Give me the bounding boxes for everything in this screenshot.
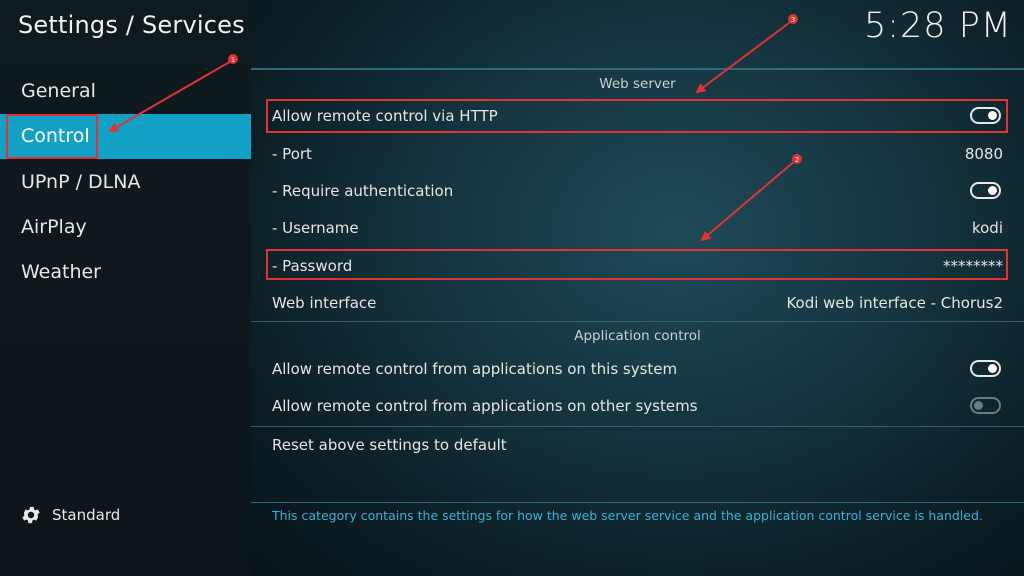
section-divider: [251, 321, 1024, 322]
page-title: Settings / Services: [18, 11, 245, 39]
section-divider: [251, 426, 1024, 427]
reset-settings-label: Reset above settings to default: [272, 435, 507, 454]
setting-label: Web interface: [272, 293, 377, 312]
setting-label: Allow remote control from applications o…: [272, 396, 698, 415]
setting-value: Kodi web interface - Chorus2: [786, 293, 1003, 312]
setting-value: 8080: [964, 144, 1003, 163]
setting-remote-control-this-system[interactable]: Allow remote control from applications o…: [267, 352, 1007, 385]
description-divider: [251, 502, 1024, 503]
setting-label: - Port: [272, 144, 312, 163]
toggle-remote-control-other-systems[interactable]: [970, 397, 1001, 414]
sidebar-item-airplay[interactable]: AirPlay: [0, 205, 251, 250]
clock: 5:28 PM: [863, 6, 1012, 46]
toggle-knob: [988, 364, 997, 373]
toggle-allow-http[interactable]: [970, 107, 1001, 124]
setting-password[interactable]: - Password ********: [267, 249, 1007, 282]
setting-label: - Username: [272, 218, 359, 237]
setting-web-interface[interactable]: Web interface Kodi web interface - Choru…: [267, 286, 1007, 319]
setting-value: ********: [943, 256, 1003, 275]
reset-settings-button[interactable]: Reset above settings to default: [267, 428, 1007, 461]
setting-value: kodi: [971, 218, 1003, 237]
setting-label: - Password: [272, 256, 353, 275]
setting-require-authentication[interactable]: - Require authentication: [267, 174, 1007, 207]
gear-icon: [22, 506, 40, 524]
toggle-knob: [988, 111, 997, 120]
toggle-remote-control-this-system[interactable]: [970, 360, 1001, 377]
toggle-knob: [988, 186, 997, 195]
settings-level-button[interactable]: Standard: [20, 503, 120, 527]
sidebar-item-upnp-dlna[interactable]: UPnP / DLNA: [0, 160, 251, 205]
setting-label: Allow remote control via HTTP: [272, 106, 498, 125]
toggle-require-authentication[interactable]: [970, 182, 1001, 199]
setting-remote-control-other-systems[interactable]: Allow remote control from applications o…: [267, 389, 1007, 422]
settings-level-label: Standard: [52, 506, 121, 524]
section-title-application-control: Application control: [574, 328, 701, 344]
setting-username[interactable]: - Username kodi: [267, 211, 1007, 244]
setting-allow-http[interactable]: Allow remote control via HTTP: [267, 99, 1007, 132]
category-description: This category contains the settings for …: [272, 508, 983, 523]
header-divider: [251, 68, 1024, 70]
sidebar-item-weather[interactable]: Weather: [0, 250, 251, 295]
setting-label: - Require authentication: [272, 181, 454, 200]
setting-label: Allow remote control from applications o…: [272, 359, 678, 378]
toggle-knob: [974, 401, 983, 410]
sidebar-item-general[interactable]: General: [0, 69, 251, 114]
section-title-web-server: Web server: [599, 76, 676, 92]
setting-port[interactable]: - Port 8080: [267, 137, 1007, 170]
sidebar-item-control[interactable]: Control: [0, 114, 251, 159]
